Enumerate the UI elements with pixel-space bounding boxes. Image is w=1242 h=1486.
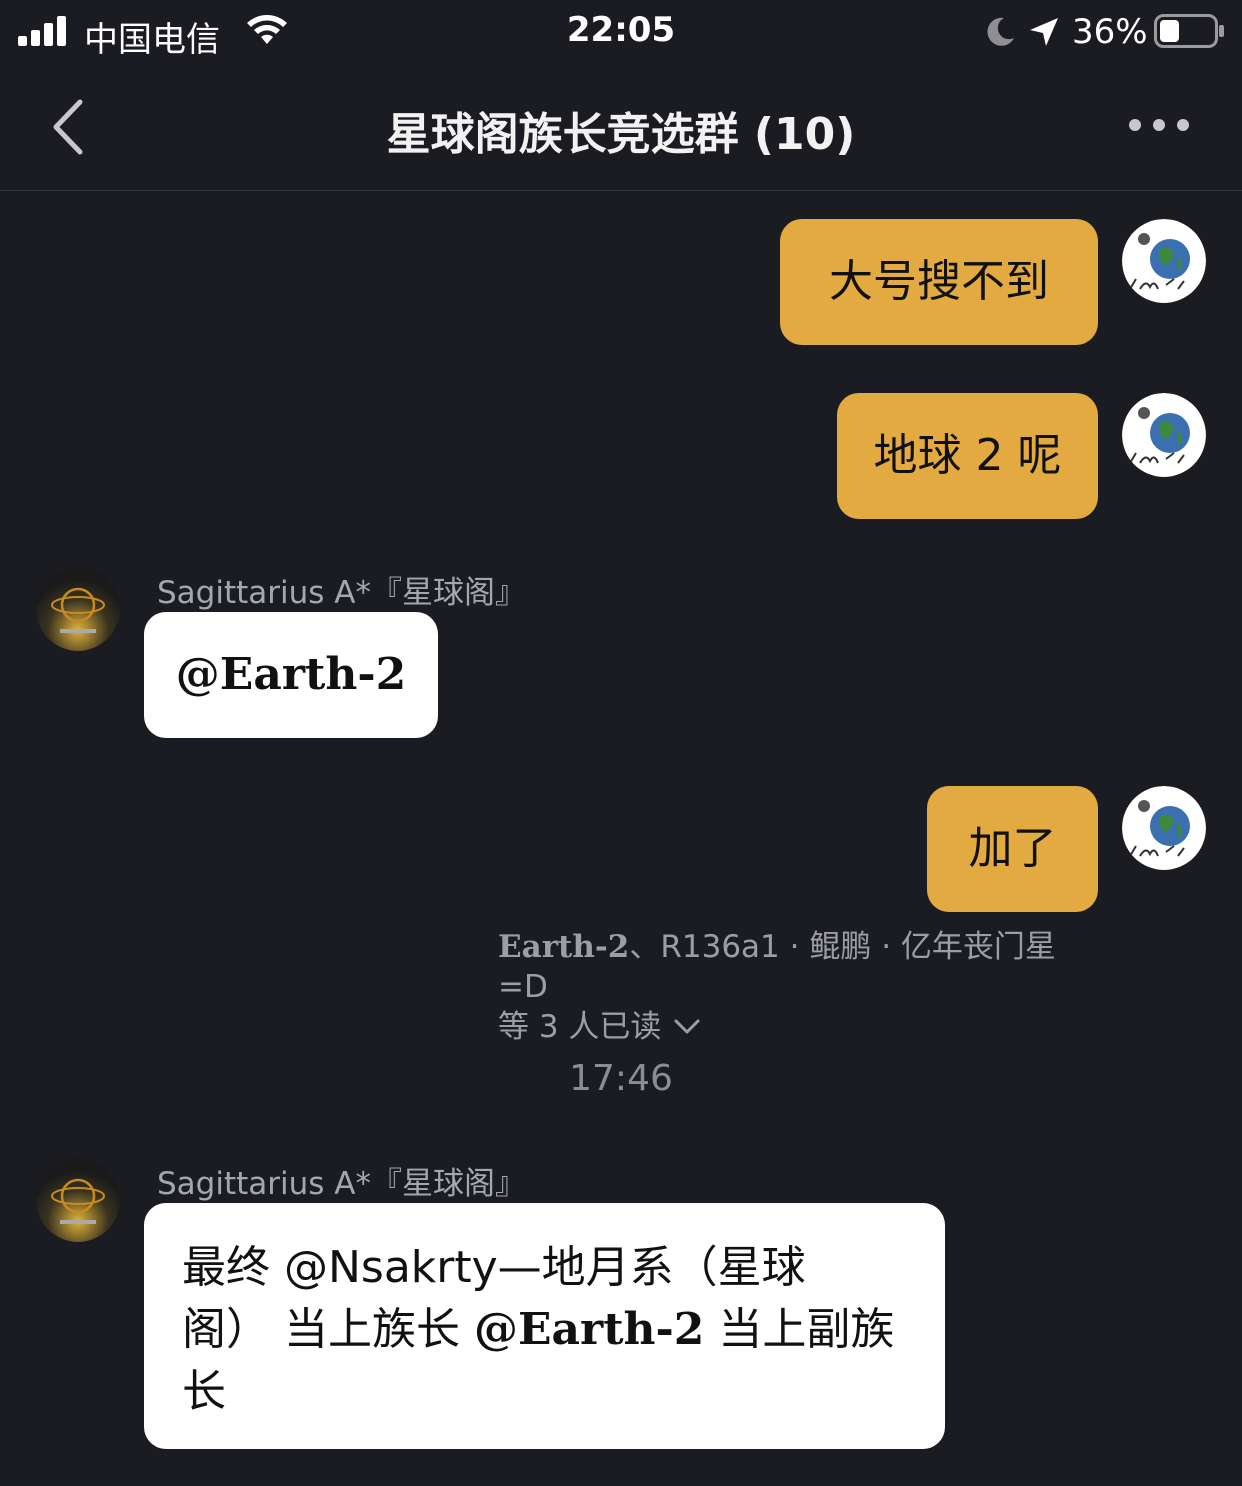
incoming-message-bubble[interactable]: @Earth-2 [144,612,438,738]
mention-text[interactable]: @Earth-2 [176,645,406,705]
planet-avatar-icon [36,567,120,651]
self-avatar[interactable] [1122,786,1206,870]
planet-avatar-icon [36,1158,120,1242]
battery-percent: 36% [1072,12,1148,52]
message-text: 加了 [968,823,1057,874]
location-arrow-icon [1030,18,1058,46]
outgoing-message-bubble[interactable]: 地球 2 呢 [837,393,1098,519]
moon-icon [987,17,1014,46]
message-line: 长 [182,1366,226,1417]
self-avatar[interactable] [1122,393,1206,477]
more-options-button[interactable] [1124,110,1194,140]
sender-avatar[interactable] [36,567,120,651]
message-line: 最终 @Nsakrty—地月系（星球 [182,1242,806,1293]
earth-avatar-icon [1122,219,1206,303]
earth-avatar-icon [1122,786,1206,870]
outgoing-message-bubble[interactable]: 大号搜不到 [780,219,1098,345]
read-receipt[interactable]: Earth-2、R136a1 · 鲲鹏 · 亿年丧门星=D 等 3 人已读 [498,927,1098,1047]
chat-title: 星球阁族长竞选群 (10) [386,109,856,160]
message-timestamp: 17:46 [569,1058,673,1099]
message-line: 阁） 当上族长 @Earth-2 当上副族 [182,1304,895,1355]
message-text: 地球 2 呢 [873,430,1062,481]
mention-text[interactable]: @Earth-2 [474,1304,704,1355]
sender-name: Sagittarius A*『星球阁』 [157,1166,526,1202]
earth-avatar-icon [1122,393,1206,477]
read-receipt-line1: Earth-2、R136a1 · 鲲鹏 · 亿年丧门星=D [498,929,1056,1005]
message-text: 大号搜不到 [829,256,1049,307]
incoming-message-bubble[interactable]: 最终 @Nsakrty—地月系（星球 阁） 当上族长 @Earth-2 当上副族… [144,1203,945,1449]
sender-avatar[interactable] [36,1158,120,1242]
self-avatar[interactable] [1122,219,1206,303]
sender-name: Sagittarius A*『星球阁』 [157,575,526,611]
status-bar: 中国电信 22:05 36% [0,0,1242,64]
battery-icon [1154,14,1224,48]
read-receipt-line2: 等 3 人已读 [498,1007,1098,1047]
chevron-down-icon[interactable] [673,1017,701,1037]
navigation-bar: 星球阁族长竞选群 (10) [0,64,1242,191]
outgoing-message-bubble[interactable]: 加了 [927,786,1098,912]
chat-screen: 中国电信 22:05 36% 星球阁族长竞选群 (10) 大号搜不到 地球 2 … [0,0,1242,1486]
more-dots-icon [1129,119,1189,131]
